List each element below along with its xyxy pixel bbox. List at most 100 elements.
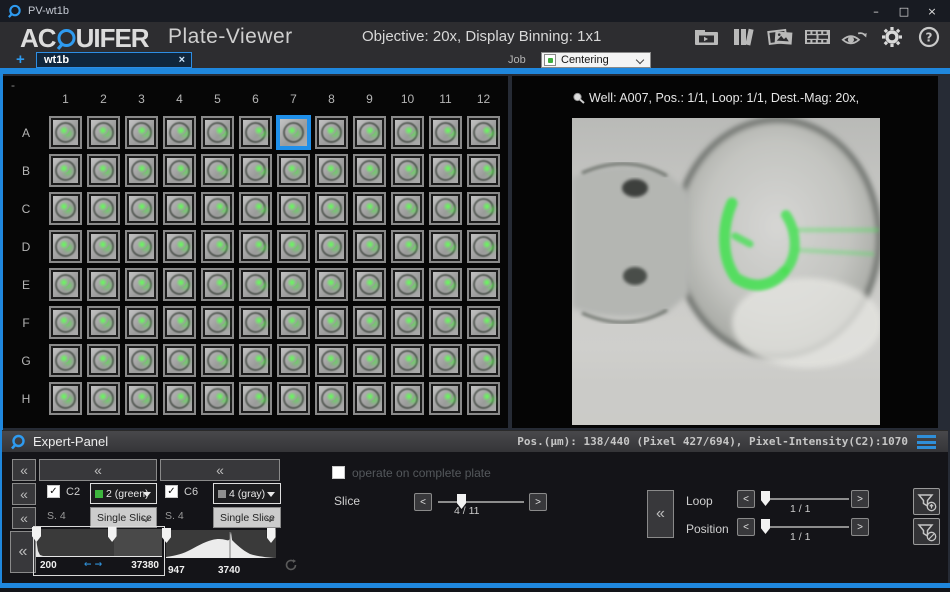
slice-prev-button[interactable]: < [414, 493, 432, 511]
well-thumb[interactable] [315, 306, 348, 339]
well-thumb[interactable] [391, 382, 424, 415]
well-thumb[interactable] [429, 306, 462, 339]
well-thumb[interactable] [315, 344, 348, 377]
well-thumb[interactable] [391, 192, 424, 225]
tab-close-icon[interactable]: × [179, 54, 185, 66]
well-thumb[interactable] [163, 268, 196, 301]
well-thumb[interactable] [391, 116, 424, 149]
well-thumb[interactable] [353, 382, 386, 415]
well-thumb[interactable] [391, 306, 424, 339]
well-thumb[interactable] [429, 344, 462, 377]
channel2-histogram[interactable] [166, 530, 276, 558]
well-thumb[interactable] [49, 306, 82, 339]
well-thumb[interactable] [163, 116, 196, 149]
well-thumb[interactable] [49, 382, 82, 415]
slice-slider-track[interactable] [438, 501, 524, 503]
well-thumb[interactable] [49, 116, 82, 149]
well-thumb[interactable] [277, 306, 310, 339]
well-thumb[interactable] [467, 154, 500, 187]
position-next-button[interactable]: > [851, 518, 869, 536]
well-thumb[interactable] [87, 344, 120, 377]
well-thumb[interactable] [315, 382, 348, 415]
well-thumb[interactable] [239, 344, 272, 377]
well-thumb[interactable] [277, 382, 310, 415]
well-thumb[interactable] [163, 230, 196, 263]
well-thumb[interactable] [201, 230, 234, 263]
well-thumb[interactable] [391, 230, 424, 263]
well-thumb[interactable] [277, 268, 310, 301]
well-thumb[interactable] [201, 306, 234, 339]
well-thumb[interactable] [391, 268, 424, 301]
well-thumb[interactable] [87, 306, 120, 339]
well-thumb[interactable] [201, 192, 234, 225]
well-thumb[interactable] [163, 382, 196, 415]
well-thumb[interactable] [125, 344, 158, 377]
well-thumb[interactable] [201, 382, 234, 415]
well-thumb[interactable] [353, 154, 386, 187]
well-thumb[interactable] [49, 268, 82, 301]
well-thumb[interactable] [163, 192, 196, 225]
well-thumb[interactable] [315, 154, 348, 187]
position-slider-track[interactable] [762, 526, 849, 528]
well-thumb[interactable] [277, 192, 310, 225]
well-thumb[interactable] [467, 306, 500, 339]
well-thumb[interactable] [87, 268, 120, 301]
channel2-checkbox[interactable]: ✓ [165, 485, 178, 498]
well-thumb[interactable] [467, 268, 500, 301]
collapse-row2-button[interactable]: « [12, 483, 36, 505]
well-thumb[interactable] [353, 230, 386, 263]
reset-range-icon[interactable] [284, 558, 298, 572]
well-thumb[interactable] [467, 382, 500, 415]
filter-upload-button[interactable] [913, 488, 940, 515]
close-button[interactable]: × [918, 0, 946, 22]
well-thumb[interactable] [125, 154, 158, 187]
well-thumb[interactable] [49, 192, 82, 225]
well-thumb[interactable] [125, 306, 158, 339]
collapse-channel2-button[interactable]: « [160, 459, 280, 481]
well-thumb[interactable] [277, 116, 310, 149]
menu-icon[interactable] [917, 435, 936, 449]
well-thumb[interactable] [125, 382, 158, 415]
maximize-button[interactable]: □ [890, 0, 918, 22]
well-thumb[interactable] [49, 230, 82, 263]
well-thumb[interactable] [391, 344, 424, 377]
well-thumb[interactable] [353, 268, 386, 301]
well-thumb[interactable] [87, 116, 120, 149]
channel1-stack-select[interactable]: Single Slice [90, 507, 157, 528]
well-thumb[interactable] [239, 192, 272, 225]
well-thumb[interactable] [125, 116, 158, 149]
filmstrip-icon[interactable] [804, 27, 831, 48]
channel1-histogram[interactable] [36, 529, 162, 557]
well-thumb[interactable] [49, 344, 82, 377]
well-thumb[interactable] [201, 268, 234, 301]
collapse-row1-button[interactable]: « [12, 459, 36, 481]
position-prev-button[interactable]: < [737, 518, 755, 536]
export-folder-icon[interactable] [693, 27, 720, 48]
well-thumb[interactable] [163, 344, 196, 377]
settings-gear-icon[interactable] [878, 27, 905, 48]
filter-clear-button[interactable] [913, 518, 940, 545]
well-thumb[interactable] [429, 154, 462, 187]
add-tab-button[interactable]: + [16, 51, 25, 68]
well-thumb[interactable] [429, 116, 462, 149]
well-thumb[interactable] [391, 154, 424, 187]
well-thumb[interactable] [315, 230, 348, 263]
well-thumb[interactable] [467, 192, 500, 225]
well-thumb[interactable] [429, 268, 462, 301]
well-thumb[interactable] [353, 192, 386, 225]
well-thumb[interactable] [239, 154, 272, 187]
well-thumb[interactable] [87, 192, 120, 225]
well-thumb[interactable] [201, 116, 234, 149]
well-thumb[interactable] [429, 230, 462, 263]
well-thumb[interactable] [163, 306, 196, 339]
operate-complete-plate-checkbox[interactable] [332, 466, 345, 479]
channel2-color-select[interactable]: 4 (gray) [213, 483, 281, 504]
well-thumb[interactable] [277, 230, 310, 263]
well-thumb[interactable] [315, 268, 348, 301]
collapse-channel1-button[interactable]: « [39, 459, 157, 481]
well-thumb[interactable] [239, 382, 272, 415]
job-select[interactable]: Centering [541, 52, 651, 68]
well-thumb[interactable] [315, 116, 348, 149]
loop-slider-track[interactable] [762, 498, 849, 500]
well-thumb[interactable] [125, 192, 158, 225]
